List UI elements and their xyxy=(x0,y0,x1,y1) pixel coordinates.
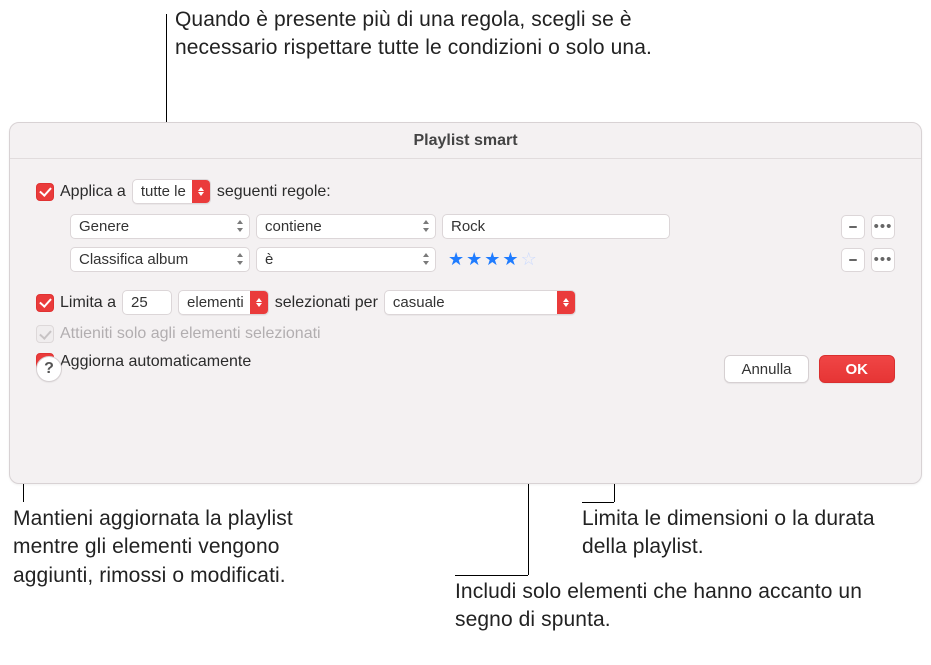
apply-suffix-label: seguenti regole: xyxy=(217,183,331,201)
chevron-updown-icon xyxy=(421,217,431,235)
rule-value-text: Rock xyxy=(451,218,485,235)
limit-row: Limita a 25 elementi selezionati per cas… xyxy=(36,290,895,315)
star-icon: ★ xyxy=(466,249,484,270)
remove-rule-button[interactable] xyxy=(841,215,865,239)
rule-more-button[interactable]: ••• xyxy=(871,215,895,239)
smart-playlist-dialog: Playlist smart Applica a tutte le seguen… xyxy=(9,122,922,484)
rule-value-field[interactable]: Rock xyxy=(442,214,670,239)
rule-field-value: Classifica album xyxy=(79,251,188,268)
dialog-footer: ? Annulla OK xyxy=(36,355,895,383)
limit-checkbox[interactable] xyxy=(36,294,54,312)
rule-field-select[interactable]: Genere xyxy=(70,214,250,239)
dialog-titlebar: Playlist smart xyxy=(10,123,921,159)
star-rating[interactable]: ★ ★ ★ ★ ☆ xyxy=(448,249,539,270)
star-icon: ★ xyxy=(502,249,520,270)
ellipsis-icon: ••• xyxy=(874,251,893,268)
selected-by-popup[interactable]: casuale xyxy=(384,290,576,315)
ellipsis-icon: ••• xyxy=(874,218,893,235)
rule-operator-value: contiene xyxy=(265,218,322,235)
apply-rules-checkbox[interactable] xyxy=(36,183,54,201)
chevron-updown-icon xyxy=(557,291,575,314)
rule-more-button[interactable]: ••• xyxy=(871,248,895,272)
chevron-updown-icon xyxy=(250,291,268,314)
only-checked-row: Attieniti solo agli elementi selezionati xyxy=(36,325,895,343)
rule-field-select[interactable]: Classifica album xyxy=(70,247,250,272)
apply-rules-row: Applica a tutte le seguenti regole: xyxy=(36,179,895,204)
match-mode-value: tutte le xyxy=(141,183,186,200)
star-icon: ★ xyxy=(448,249,466,270)
limit-value-field[interactable]: 25 xyxy=(122,290,172,315)
help-button[interactable]: ? xyxy=(36,356,62,382)
star-icon: ★ xyxy=(484,249,502,270)
selected-by-value: casuale xyxy=(393,294,551,311)
limit-unit-popup[interactable]: elementi xyxy=(178,290,269,315)
chevron-updown-icon xyxy=(235,250,245,268)
annotation-live-update: Mantieni aggiornata la playlist mentre g… xyxy=(13,505,313,590)
rule-row: Genere contiene Rock ••• xyxy=(70,214,895,239)
ok-button[interactable]: OK xyxy=(819,355,896,383)
rule-row: Classifica album è ★ ★ ★ ★ ☆ xyxy=(70,247,895,272)
limit-unit-value: elementi xyxy=(187,294,244,311)
minus-icon xyxy=(847,254,859,266)
callout-line xyxy=(455,575,528,576)
annotation-only-checked: Includi solo elementi che hanno accanto … xyxy=(455,578,915,635)
remove-rule-button[interactable] xyxy=(841,248,865,272)
minus-icon xyxy=(847,221,859,233)
rule-operator-select[interactable]: è xyxy=(256,247,436,272)
annotation-limit-size: Limita le dimensioni o la durata della p… xyxy=(582,505,922,562)
rules-list: Genere contiene Rock ••• xyxy=(70,214,895,272)
annotation-match-rules: Quando è presente più di una regola, sce… xyxy=(175,6,655,63)
chevron-updown-icon xyxy=(421,250,431,268)
dialog-title: Playlist smart xyxy=(413,132,517,150)
limit-value-text: 25 xyxy=(131,294,148,311)
chevron-updown-icon xyxy=(192,180,210,203)
selected-by-label: selezionati per xyxy=(275,294,378,312)
apply-prefix-label: Applica a xyxy=(60,183,126,201)
rule-field-value: Genere xyxy=(79,218,129,235)
match-mode-popup[interactable]: tutte le xyxy=(132,179,211,204)
star-outline-icon: ☆ xyxy=(521,249,539,270)
rule-operator-value: è xyxy=(265,251,273,268)
callout-line xyxy=(582,502,614,503)
only-checked-checkbox xyxy=(36,325,54,343)
only-checked-label: Attieniti solo agli elementi selezionati xyxy=(60,325,321,343)
chevron-updown-icon xyxy=(235,217,245,235)
rule-operator-select[interactable]: contiene xyxy=(256,214,436,239)
limit-label: Limita a xyxy=(60,294,116,312)
cancel-button[interactable]: Annulla xyxy=(724,355,808,383)
